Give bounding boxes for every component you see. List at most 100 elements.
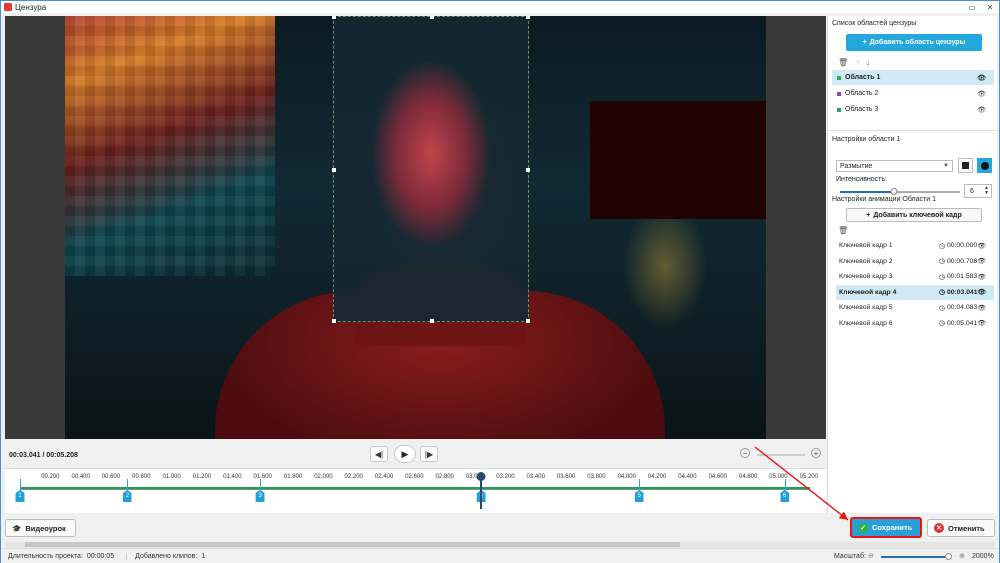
resize-handle[interactable]: [332, 168, 336, 172]
circle-icon: [980, 161, 989, 170]
playhead[interactable]: [476, 472, 486, 481]
trash-icon[interactable]: 🗑: [838, 58, 848, 67]
playhead-line[interactable]: [480, 479, 483, 509]
keyframe-list-item[interactable]: Ключевой кадр 3 ◷ 00:01.583 👁: [836, 269, 994, 284]
tick-label: 03.400: [526, 474, 545, 480]
prev-keyframe-button[interactable]: ◀|: [370, 446, 388, 462]
video-frame[interactable]: [65, 16, 766, 439]
divider: [828, 130, 998, 131]
tick-label: 04.800: [738, 474, 758, 480]
keyframe-tick: [639, 479, 641, 491]
keyframe-name: Ключевой кадр 2: [839, 257, 893, 265]
keyframe-marker[interactable]: 6: [780, 490, 790, 502]
keyframe-list-item[interactable]: Ключевой кадр 2 ◷ 00:00.708 👁: [836, 254, 994, 269]
eye-icon[interactable]: 👁: [977, 74, 986, 82]
tick-label: 04.600: [708, 474, 727, 480]
area-list-item[interactable]: Область 2 👁: [832, 86, 994, 101]
resize-handle[interactable]: [526, 168, 530, 172]
zoom-minus-icon[interactable]: ⊖: [868, 552, 874, 560]
keyframe-time: 00:04.083: [946, 304, 978, 311]
eye-icon[interactable]: 👁: [977, 273, 986, 281]
cancel-label: Отменить: [948, 523, 985, 533]
add-area-label: Добавить область цензуры: [869, 39, 966, 46]
area-color-swatch: [837, 107, 841, 112]
video-preview: [5, 16, 826, 439]
eye-icon[interactable]: 👁: [977, 90, 986, 98]
close-window-button[interactable]: ✕: [981, 1, 999, 13]
area-settings-title: Настройки области 1: [832, 136, 901, 143]
area-list-item[interactable]: Область 1 👁: [832, 70, 994, 85]
censor-area-1-blur[interactable]: [332, 16, 530, 323]
keyframe-list-item[interactable]: Ключевой кадр 1 ◷ 00:00.000 👁: [836, 238, 994, 253]
keyframe-list-item[interactable]: Ключевой кадр 5 ◷ 00:04.083 👁: [836, 300, 994, 315]
zoom-out-icon[interactable]: −: [740, 448, 750, 458]
keyframe-marker[interactable]: 3: [255, 490, 265, 502]
square-icon: [962, 162, 969, 169]
zoom-plus-icon[interactable]: ⊕: [959, 552, 965, 560]
intensity-slider-knob[interactable]: [890, 188, 898, 195]
keyframe-name: Ключевой кадр 6: [839, 319, 893, 327]
tick-label: 02.000: [314, 474, 333, 480]
spin-arrows-icon[interactable]: ▲ ▼: [984, 186, 989, 196]
arrow-down-icon[interactable]: ↓: [866, 58, 870, 67]
add-keyframe-button[interactable]: + Добавить ключевой кадр: [846, 208, 982, 222]
save-button[interactable]: ✓ Сохранить: [850, 517, 922, 538]
minimize-button[interactable]: ▭: [963, 1, 981, 13]
effect-select[interactable]: Размытие ▼: [836, 160, 953, 172]
play-button[interactable]: ▶: [394, 445, 416, 463]
clips-label: Добавлено клипов:: [126, 552, 197, 560]
tick-label: 01.600: [253, 474, 272, 480]
resize-handle[interactable]: [526, 16, 530, 19]
keyframe-list-item[interactable]: Ключевой кадр 4 ◷ 00:03.041 👁: [836, 284, 994, 300]
timeline[interactable]: 00.200 00.400 00.600 00.800 01.000 01.200 01.4…: [5, 468, 826, 513]
timeline-zoom-slider[interactable]: [757, 454, 805, 456]
eye-icon[interactable]: 👁: [977, 257, 986, 265]
eye-icon[interactable]: 👁: [977, 242, 986, 250]
timeline-track: [20, 487, 810, 489]
scrollbar-thumb[interactable]: [25, 542, 680, 547]
censor-settings-panel: Список областей цензуры + Добавить облас…: [827, 16, 998, 513]
censor-area-3[interactable]: [590, 101, 766, 219]
area-list-item[interactable]: Область 3 👁: [832, 102, 994, 117]
zoom-in-icon[interactable]: +: [811, 448, 821, 458]
arrow-up-icon[interactable]: ↑: [856, 58, 860, 67]
keyframe-marker[interactable]: 2: [122, 490, 132, 502]
intensity-value: 6: [970, 187, 974, 195]
next-keyframe-button[interactable]: |▶: [420, 446, 438, 462]
chevron-down-icon: ▼: [943, 163, 949, 169]
zoom-slider[interactable]: [881, 556, 951, 558]
clock-icon: ◷: [939, 273, 945, 281]
tick-label: 00.200: [41, 474, 60, 480]
skip-forward-icon: |▶: [424, 449, 434, 459]
areas-list-title: Список областей цензуры: [832, 20, 917, 27]
keyframe-marker[interactable]: 1: [15, 490, 25, 502]
shape-rectangle-button[interactable]: [958, 158, 973, 173]
eye-icon[interactable]: 👁: [977, 106, 986, 114]
eye-icon[interactable]: 👁: [977, 288, 986, 296]
tick-label: 00.800: [132, 474, 151, 480]
trash-icon[interactable]: 🗑: [838, 226, 848, 235]
shape-ellipse-button[interactable]: [977, 158, 992, 173]
tick-label: 04.000: [617, 474, 636, 480]
area-name: Область 2: [845, 90, 879, 97]
zoom-slider-knob[interactable]: [945, 553, 952, 560]
intensity-input[interactable]: 6 ▲ ▼: [964, 184, 992, 198]
keyframe-marker[interactable]: 5: [634, 490, 644, 502]
resize-handle[interactable]: [332, 319, 336, 323]
resize-handle[interactable]: [430, 319, 434, 323]
resize-handle[interactable]: [332, 16, 336, 19]
tick-label: 02.800: [435, 474, 454, 480]
plus-icon: +: [866, 211, 871, 219]
keyframe-list-item[interactable]: Ключевой кадр 6 ◷ 00:05.041 👁: [836, 316, 994, 331]
eye-icon[interactable]: 👁: [977, 304, 986, 312]
intensity-slider[interactable]: [840, 188, 960, 195]
cancel-button[interactable]: ✕ Отменить: [927, 519, 995, 537]
clock-icon: ◷: [939, 304, 945, 312]
resize-handle[interactable]: [430, 16, 434, 19]
eye-icon[interactable]: 👁: [977, 319, 986, 327]
tutorial-button[interactable]: 🎓 Видеоурок: [5, 519, 76, 537]
area-color-swatch: [837, 75, 841, 80]
add-area-button[interactable]: + Добавить область цензуры: [846, 34, 982, 51]
clock-icon: ◷: [939, 320, 945, 327]
resize-handle[interactable]: [526, 319, 530, 323]
